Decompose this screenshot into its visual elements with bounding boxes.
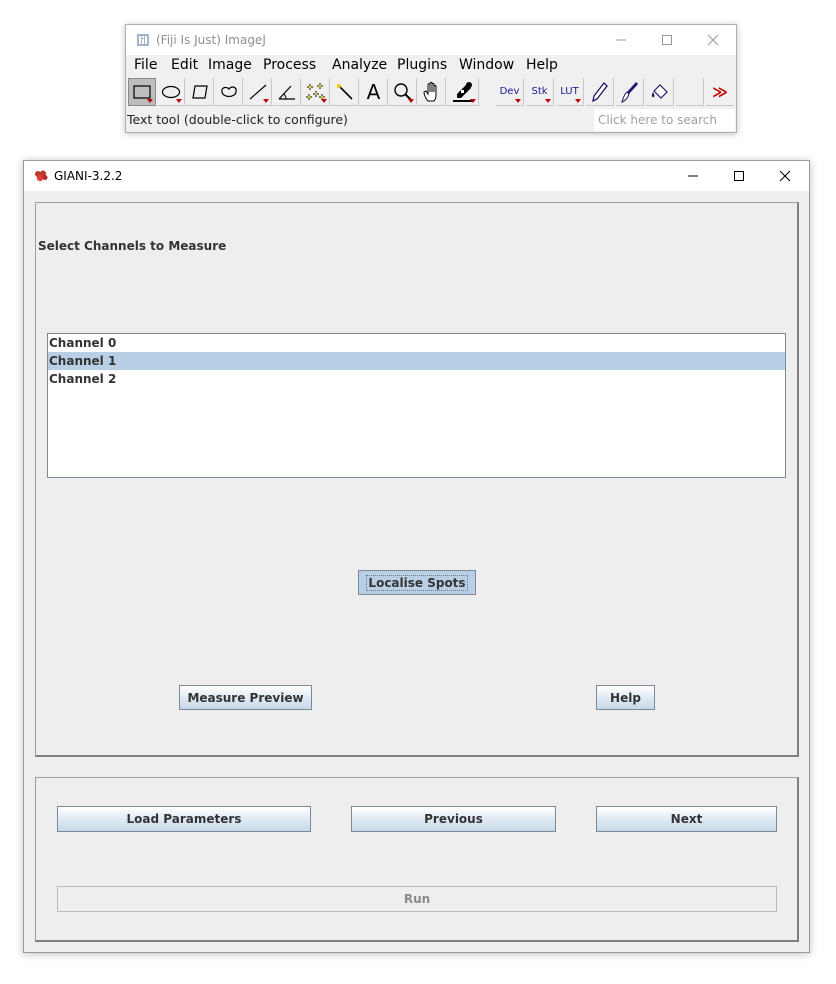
menu-edit[interactable]: Edit: [171, 57, 198, 73]
rectangle-icon: [133, 85, 151, 99]
next-button[interactable]: Next: [596, 806, 777, 832]
previous-label: Previous: [424, 812, 483, 826]
close-button[interactable]: [690, 25, 736, 55]
rectangle-tool[interactable]: [128, 78, 156, 106]
localise-spots-label: Localise Spots: [366, 574, 468, 591]
run-button[interactable]: Run: [57, 886, 777, 912]
stack-menu-tool[interactable]: Stk: [526, 78, 554, 106]
close-icon: [707, 34, 719, 46]
giani-close-button[interactable]: [762, 161, 808, 191]
imagej-titlebar[interactable]: (Fiji Is Just) ImageJ: [126, 25, 736, 55]
load-parameters-label: Load Parameters: [126, 812, 242, 826]
dropper-tool[interactable]: [447, 78, 479, 106]
wand-tool[interactable]: [331, 78, 359, 106]
imagej-window: (Fiji Is Just) ImageJ File Edit Image Pr…: [125, 24, 737, 133]
navigation-panel: Load Parameters Previous Next Run: [35, 777, 799, 942]
developer-menu-tool[interactable]: Dev: [496, 78, 524, 106]
channel-list-item-2[interactable]: Channel 2: [48, 370, 785, 388]
channel-selection-panel: Select Channels to Measure Channel 0 Cha…: [35, 202, 799, 757]
freehand-tool[interactable]: [215, 78, 243, 106]
hand-icon: [422, 81, 436, 101]
imagej-status-text: Text tool (double-click to configure): [127, 112, 348, 127]
text-tool-glyph: A: [366, 79, 381, 104]
multipoint-tool[interactable]: [302, 78, 330, 106]
menu-process[interactable]: Process: [263, 57, 316, 73]
maximize-button[interactable]: [644, 25, 690, 55]
close-icon: [779, 170, 791, 182]
channel-list-item-0[interactable]: Channel 0: [48, 334, 785, 352]
maximize-icon: [734, 171, 744, 181]
oval-icon: [161, 85, 180, 98]
polygon-icon: [191, 84, 208, 99]
giani-window: GIANI-3.2.2 Select Channels to Measure C…: [23, 160, 810, 953]
minimize-button[interactable]: [598, 25, 644, 55]
angle-icon: [278, 85, 295, 100]
maximize-icon: [662, 35, 672, 45]
channel-list-item-1[interactable]: Channel 1: [48, 352, 785, 370]
fiji-logo-icon: [137, 34, 149, 46]
menu-plugins[interactable]: Plugins: [397, 57, 447, 73]
menu-window[interactable]: Window: [459, 57, 514, 73]
previous-button[interactable]: Previous: [351, 806, 556, 832]
brush-icon: [620, 81, 638, 103]
dev-label: Dev: [499, 86, 520, 97]
menu-analyze[interactable]: Analyze: [332, 57, 387, 73]
freehand-icon: [220, 85, 237, 97]
giani-maximize-button[interactable]: [716, 161, 762, 191]
menu-help[interactable]: Help: [526, 57, 558, 73]
minimize-icon: [688, 175, 698, 177]
help-button[interactable]: Help: [596, 685, 655, 710]
giani-minimize-button[interactable]: [670, 161, 716, 191]
pencil-tool[interactable]: [586, 78, 614, 106]
giani-title: GIANI-3.2.2: [54, 169, 123, 183]
menu-file[interactable]: File: [134, 57, 157, 73]
search-field[interactable]: Click here to search: [594, 109, 735, 131]
giani-titlebar[interactable]: GIANI-3.2.2: [24, 161, 809, 191]
flood-fill-icon: [651, 83, 668, 99]
pencil-icon: [591, 81, 608, 102]
text-tool[interactable]: A: [360, 78, 388, 106]
giani-content: Select Channels to Measure Channel 0 Cha…: [24, 191, 809, 952]
polygon-tool[interactable]: [186, 78, 214, 106]
lut-label: LUT: [560, 86, 579, 97]
help-label: Help: [610, 690, 641, 705]
empty-tool-slot: [676, 78, 704, 106]
flood-fill-tool[interactable]: [646, 78, 674, 106]
imagej-title: (Fiji Is Just) ImageJ: [156, 33, 266, 47]
brush-tool[interactable]: [616, 78, 644, 106]
stk-label: Stk: [531, 86, 548, 97]
run-label: Run: [403, 892, 431, 906]
more-tools-button[interactable]: ≫: [706, 78, 734, 106]
imagej-menubar: File Edit Image Process Analyze Plugins …: [126, 55, 736, 77]
oval-tool[interactable]: [157, 78, 185, 106]
localise-spots-button[interactable]: Localise Spots: [358, 570, 476, 595]
next-label: Next: [670, 812, 703, 826]
select-channels-heading: Select Channels to Measure: [38, 239, 227, 253]
imagej-toolbar: A Dev Stk LUT ≫: [126, 77, 736, 107]
minimize-icon: [616, 39, 626, 41]
magnifier-tool[interactable]: [389, 78, 417, 106]
menu-image[interactable]: Image: [208, 57, 252, 73]
wand-icon: [336, 83, 353, 100]
channel-list[interactable]: Channel 0 Channel 1 Channel 2: [47, 333, 786, 478]
measure-preview-label: Measure Preview: [187, 690, 304, 705]
lut-menu-tool[interactable]: LUT: [556, 78, 584, 106]
line-icon: [249, 84, 266, 99]
load-parameters-button[interactable]: Load Parameters: [57, 806, 311, 832]
giani-app-icon: [35, 170, 48, 182]
more-tools-icon: ≫: [712, 82, 728, 101]
angle-tool[interactable]: [273, 78, 301, 106]
measure-preview-button[interactable]: Measure Preview: [179, 685, 312, 710]
hand-tool[interactable]: [418, 78, 446, 106]
line-tool[interactable]: [244, 78, 272, 106]
